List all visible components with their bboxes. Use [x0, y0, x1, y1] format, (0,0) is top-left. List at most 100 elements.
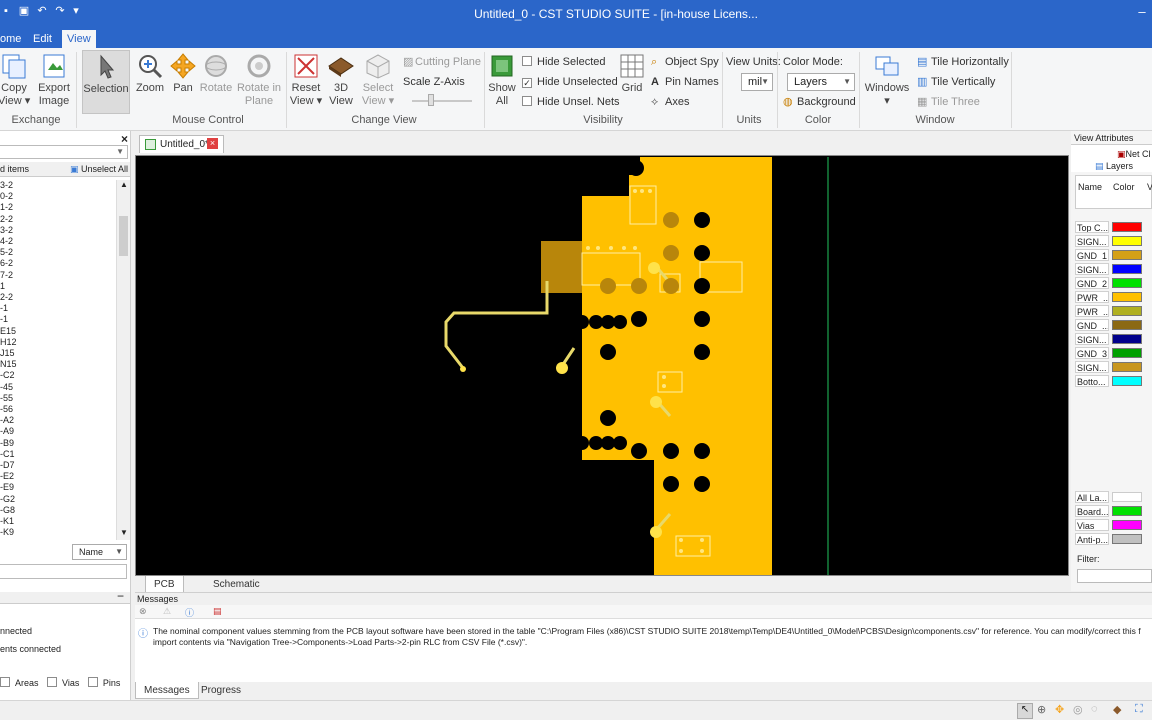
unselect-all-button[interactable]: ▣ Unselect All: [70, 164, 128, 175]
tree-item[interactable]: -G2: [0, 494, 15, 505]
hide-unsel-nets-option[interactable]: Hide Unsel. Nets: [522, 94, 620, 110]
layer-filter-input[interactable]: [1077, 569, 1152, 583]
tree-item[interactable]: 6-2: [0, 258, 13, 269]
tree-item[interactable]: J15: [0, 348, 15, 359]
layer-row[interactable]: GND_...: [1075, 319, 1152, 331]
pin-names-button[interactable]: A Pin Names: [651, 74, 719, 90]
tree-search-input[interactable]: [0, 564, 127, 579]
layer-color-swatch[interactable]: [1112, 520, 1142, 530]
warning-filter-icon[interactable]: ⚠: [163, 606, 171, 617]
layer-color-swatch[interactable]: [1112, 292, 1142, 302]
tree-item[interactable]: 1: [0, 281, 5, 292]
layer-row[interactable]: SIGN...: [1075, 333, 1152, 345]
tile-horizontally-button[interactable]: ▤ Tile Horizontally: [917, 54, 1009, 70]
layer-color-swatch[interactable]: [1112, 306, 1142, 316]
tree-item[interactable]: -B9: [0, 438, 14, 449]
tree-item[interactable]: N15: [0, 359, 17, 370]
tree-item[interactable]: 0-2: [0, 191, 13, 202]
clear-icon[interactable]: ⊗: [139, 606, 147, 617]
layer-row[interactable]: SIGN...: [1075, 263, 1152, 275]
zoom-mode-icon[interactable]: ⊕: [1037, 703, 1046, 716]
cutting-plane-button[interactable]: ▨ Cutting Plane: [403, 54, 481, 70]
hide-unselected-option[interactable]: ✓ Hide Unselected: [522, 74, 618, 90]
3d-view-mode-icon[interactable]: ◆: [1113, 703, 1121, 716]
layer-row[interactable]: Vias: [1075, 519, 1152, 531]
tree-item[interactable]: 5-2: [0, 247, 13, 258]
sort-select[interactable]: Name ▼: [72, 544, 127, 560]
tree-scrollbar[interactable]: ▲ ▼: [116, 180, 130, 540]
rotate-plane-mode-icon[interactable]: ◌: [1091, 703, 1098, 715]
tree-item[interactable]: -55: [0, 393, 13, 404]
grid-button[interactable]: Grid: [617, 52, 647, 95]
layer-color-swatch[interactable]: [1112, 534, 1142, 544]
tree-item[interactable]: -E9: [0, 482, 14, 493]
tab-pcb[interactable]: PCB: [145, 576, 184, 593]
hide-selected-checkbox[interactable]: [522, 56, 532, 66]
copy-messages-icon[interactable]: ▤: [213, 606, 222, 617]
scale-z-slider[interactable]: [412, 100, 472, 102]
layer-color-swatch[interactable]: [1112, 334, 1142, 344]
vias-filter[interactable]: Vias: [47, 677, 79, 688]
scroll-up-icon[interactable]: ▲: [120, 180, 128, 189]
layer-color-swatch[interactable]: [1112, 278, 1142, 288]
select-mode-icon[interactable]: ↖: [1017, 703, 1033, 719]
layer-color-swatch[interactable]: [1112, 348, 1142, 358]
select-view-button[interactable]: Select View ▾: [360, 52, 396, 108]
tree-item[interactable]: -G8: [0, 505, 15, 516]
layer-row[interactable]: All La...: [1075, 491, 1152, 503]
info-filter-icon[interactable]: ⓘ: [185, 606, 194, 619]
zoom-button[interactable]: Zoom: [134, 52, 166, 95]
tree-item[interactable]: 3-2: [0, 225, 13, 236]
tree-item[interactable]: 7-2: [0, 270, 13, 281]
tab-layers[interactable]: ▤ Layers: [1095, 161, 1133, 172]
areas-filter[interactable]: Areas: [0, 677, 39, 688]
tab-net-classes[interactable]: ▣Net Cl: [1117, 149, 1151, 160]
layer-color-swatch[interactable]: [1112, 264, 1142, 274]
layer-color-swatch[interactable]: [1112, 250, 1142, 260]
tab-progress[interactable]: Progress: [193, 682, 249, 699]
layer-color-swatch[interactable]: [1112, 492, 1142, 502]
scroll-down-icon[interactable]: ▼: [120, 528, 128, 537]
tab-messages[interactable]: Messages: [135, 682, 199, 699]
layer-color-swatch[interactable]: [1112, 376, 1142, 386]
hide-unsel-nets-checkbox[interactable]: [522, 96, 532, 106]
tree-item[interactable]: -K1: [0, 516, 14, 527]
tab-edit[interactable]: Edit: [28, 30, 57, 48]
layer-row[interactable]: Botto...: [1075, 375, 1152, 387]
layer-row[interactable]: SIGN...: [1075, 361, 1152, 373]
fullscreen-icon[interactable]: ⛶: [1135, 703, 1143, 716]
tab-home[interactable]: ome: [0, 30, 26, 48]
pan-button[interactable]: Pan: [168, 52, 198, 95]
tree-item[interactable]: -A9: [0, 426, 14, 437]
reset-view-button[interactable]: Reset View ▾: [288, 52, 324, 108]
tree-item[interactable]: -C1: [0, 449, 15, 460]
3d-view-button[interactable]: 3D View: [326, 52, 356, 108]
layer-row[interactable]: GND_2: [1075, 277, 1152, 289]
hide-unselected-checkbox[interactable]: ✓: [522, 78, 532, 88]
layer-row[interactable]: PWR_...: [1075, 291, 1152, 303]
layer-row[interactable]: GND_1: [1075, 249, 1152, 261]
tree-item[interactable]: -56: [0, 404, 13, 415]
export-image-button[interactable]: Export Image: [36, 52, 72, 108]
tree-item[interactable]: 4-2: [0, 236, 13, 247]
vias-checkbox[interactable]: [47, 677, 58, 687]
tile-vertically-button[interactable]: ▥ Tile Vertically: [917, 74, 995, 90]
tab-view[interactable]: View: [62, 30, 96, 48]
tree-item[interactable]: E15: [0, 326, 16, 337]
selection-button[interactable]: Selection: [82, 50, 130, 114]
layer-row[interactable]: PWR_...: [1075, 305, 1152, 317]
collapse-icon[interactable]: −: [117, 589, 124, 603]
layer-color-swatch[interactable]: [1112, 506, 1142, 516]
view-units-select[interactable]: mil ▼: [741, 73, 773, 91]
rotate-button[interactable]: Rotate: [199, 52, 233, 95]
pcb-canvas[interactable]: [135, 155, 1069, 576]
layer-color-swatch[interactable]: [1112, 362, 1142, 372]
pan-mode-icon[interactable]: ✥: [1055, 703, 1064, 716]
tree-item[interactable]: H12: [0, 337, 17, 348]
layer-row[interactable]: Anti-p...: [1075, 533, 1152, 545]
windows-button[interactable]: Windows ▾: [864, 52, 910, 108]
pins-checkbox[interactable]: [87, 677, 98, 687]
tree-item[interactable]: -E2: [0, 471, 14, 482]
layer-row[interactable]: GND_3: [1075, 347, 1152, 359]
tree-item[interactable]: -1: [0, 303, 8, 314]
